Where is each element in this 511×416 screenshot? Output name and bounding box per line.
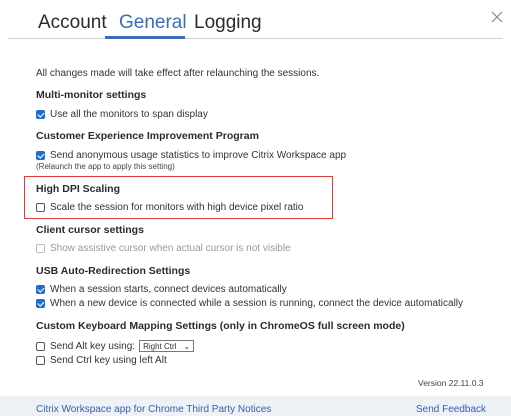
ceip-label: Send anonymous usage statistics to impro… [50,149,347,161]
active-tab-indicator [105,36,185,39]
alt-key-checkbox[interactable] [36,341,45,351]
tab-general[interactable]: General [119,11,187,35]
multi-monitor-heading: Multi-monitor settings [36,89,147,101]
multi-monitor-label: Use all the monitors to span display [50,108,208,120]
ceip-subnote: (Relaunch the app to apply this setting) [36,162,175,171]
client-cursor-label: Show assistive cursor when actual cursor… [50,242,291,254]
ceip-checkbox[interactable] [36,150,45,160]
usb-new-device-checkbox[interactable] [36,298,45,308]
version-label: Version 22.11.0.3 [418,378,484,388]
tab-account[interactable]: Account [38,11,107,35]
ceip-option[interactable]: Send anonymous usage statistics to impro… [36,149,346,161]
third-party-notices-link[interactable]: Citrix Workspace app for Chrome Third Pa… [36,404,271,416]
ctrl-key-option[interactable]: Send Ctrl key using left Alt [36,354,167,366]
client-cursor-option: Show assistive cursor when actual cursor… [36,242,291,254]
multi-monitor-option[interactable]: Use all the monitors to span display [36,108,208,120]
alt-key-select-value: Right Ctrl [143,341,177,351]
multi-monitor-checkbox[interactable] [36,109,45,119]
usb-session-start-label: When a session starts, connect devices a… [50,283,287,295]
tab-bar: Account General Logging [0,0,511,40]
usb-heading: USB Auto-Redirection Settings [36,265,191,277]
high-dpi-highlight [24,176,333,219]
alt-key-select[interactable]: Right Ctrl ⌄ [139,340,195,352]
send-feedback-link[interactable]: Send Feedback [416,404,486,416]
usb-option-new-device[interactable]: When a new device is connected while a s… [36,297,463,309]
ctrl-key-checkbox[interactable] [36,355,45,365]
alt-key-label: Send Alt key using: [50,340,136,352]
usb-session-start-checkbox[interactable] [36,284,45,294]
chevron-down-icon: ⌄ [183,341,191,351]
tab-logging[interactable]: Logging [194,11,262,35]
tab-divider [8,38,503,39]
client-cursor-checkbox [36,243,45,253]
alt-key-option[interactable]: Send Alt key using: Right Ctrl ⌄ [36,340,195,352]
usb-new-device-label: When a new device is connected while a s… [50,297,464,309]
ceip-heading: Customer Experience Improvement Program [36,130,259,142]
usb-option-session-start[interactable]: When a session starts, connect devices a… [36,283,287,295]
relaunch-note: All changes made will take effect after … [36,68,320,79]
ctrl-key-label: Send Ctrl key using left Alt [50,354,167,366]
client-cursor-heading: Client cursor settings [36,224,144,236]
keyboard-mapping-heading: Custom Keyboard Mapping Settings (only i… [36,320,405,332]
